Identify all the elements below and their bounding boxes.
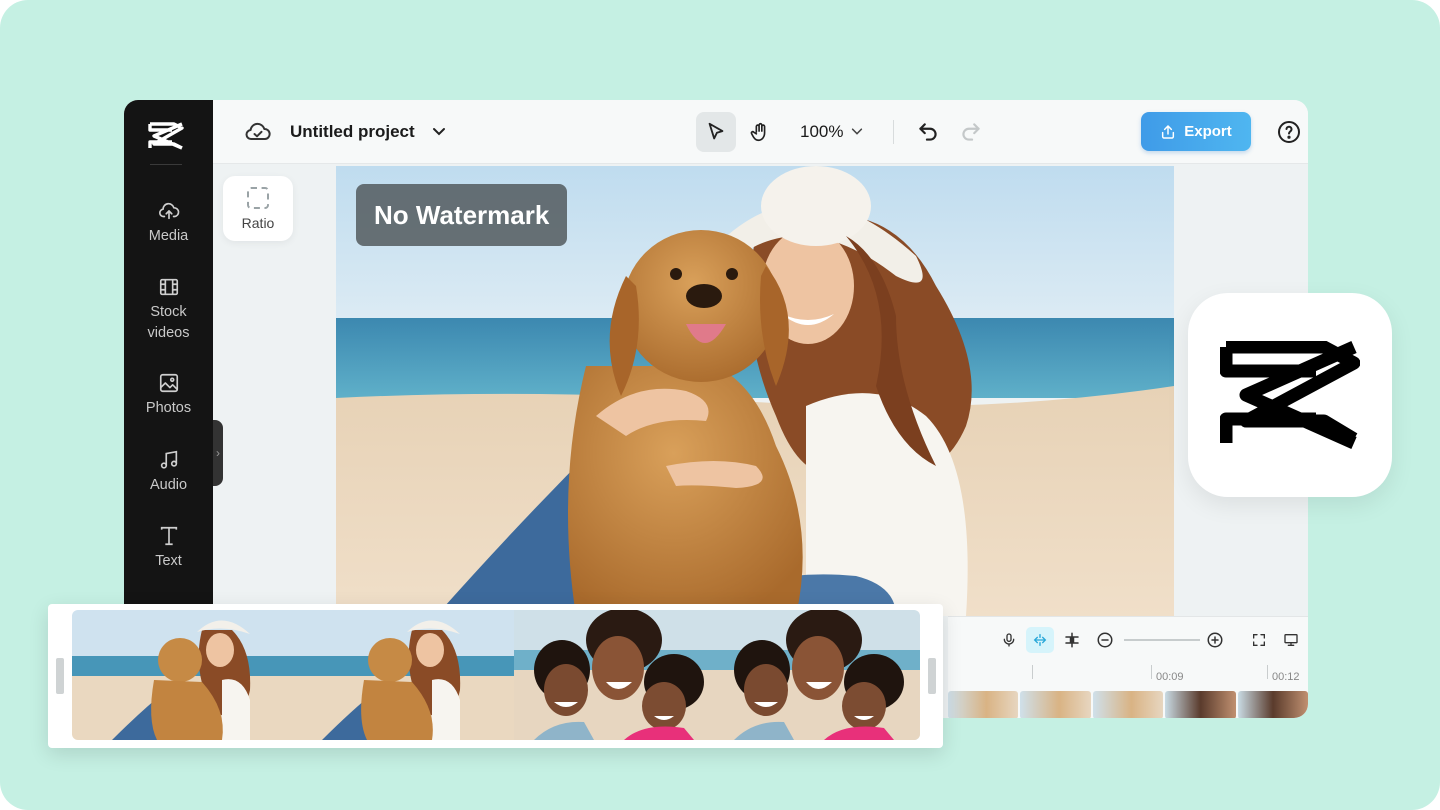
- filmstrip-frame: [720, 610, 920, 740]
- sidebar-collapse-handle[interactable]: ›: [213, 420, 223, 486]
- sidebar-item-label: Audio: [149, 477, 188, 493]
- zoom-level[interactable]: 100%: [800, 120, 843, 144]
- capcut-logo-card: [1188, 293, 1392, 497]
- sidebar-item-audio[interactable]: Audio: [124, 449, 213, 496]
- sidebar-item-text[interactable]: Text: [124, 525, 213, 572]
- ruler-label: 00:09: [1156, 671, 1184, 683]
- zoom-in-icon[interactable]: [1204, 629, 1226, 651]
- trim-handle-left[interactable]: [56, 658, 64, 694]
- ruler-tick: [1151, 665, 1152, 679]
- sidebar-item-label: Photos: [145, 400, 192, 416]
- undo-icon[interactable]: [915, 119, 941, 145]
- clip-filmstrip-card: [48, 604, 943, 748]
- capcut-logo-icon[interactable]: [148, 122, 184, 150]
- timeline-track[interactable]: [948, 691, 1308, 718]
- sidebar-item-label: Text: [155, 553, 182, 569]
- monitor-icon[interactable]: [1280, 629, 1302, 651]
- ruler-tick: [1267, 665, 1268, 679]
- filmstrip-frame: [514, 610, 720, 740]
- ratio-label: Ratio: [241, 214, 275, 231]
- video-canvas[interactable]: No Watermark: [336, 166, 1174, 616]
- filmstrip-frame: [304, 610, 514, 740]
- ruler-label: 00:12: [1272, 671, 1300, 683]
- hand-icon: [750, 122, 766, 142]
- timeline-clip[interactable]: [1092, 691, 1164, 718]
- sidebar-item-label: Stock videos: [147, 304, 190, 341]
- sidebar-item-media[interactable]: Media: [124, 200, 213, 247]
- project-title[interactable]: Untitled project: [290, 120, 415, 144]
- no-watermark-label: No Watermark: [374, 199, 550, 230]
- select-tool-button[interactable]: [696, 112, 736, 152]
- timeline-clip[interactable]: [1237, 691, 1308, 718]
- export-icon: [1162, 124, 1175, 139]
- redo-icon[interactable]: [958, 119, 984, 145]
- timeline-clip[interactable]: [1165, 691, 1236, 718]
- export-label: Export: [1184, 123, 1232, 140]
- filmstrip-frame: [72, 610, 304, 740]
- snap-magnet-icon[interactable]: [1026, 627, 1054, 653]
- ratio-button[interactable]: Ratio: [223, 176, 293, 241]
- chevron-down-icon[interactable]: [850, 124, 864, 138]
- sidebar-divider: [150, 164, 182, 165]
- sidebar-item-photos[interactable]: Photos: [124, 372, 213, 419]
- chevron-down-icon[interactable]: [431, 123, 447, 139]
- ratio-icon: [247, 186, 269, 209]
- sidebar-item-stock-videos[interactable]: Stock videos: [124, 276, 213, 344]
- no-watermark-badge: No Watermark: [356, 184, 568, 246]
- music-note-icon: [160, 450, 177, 469]
- top-bar: Untitled project 100% Export: [213, 100, 1308, 164]
- cursor-icon: [708, 122, 724, 140]
- timeline-ruler[interactable]: 00:09 00:12: [948, 661, 1308, 691]
- help-icon[interactable]: [1277, 120, 1301, 144]
- timeline-zoom-slider[interactable]: [1124, 639, 1200, 641]
- filmstrip[interactable]: [72, 610, 920, 740]
- ruler-tick: [1032, 665, 1033, 679]
- split-icon[interactable]: [1061, 629, 1083, 651]
- timeline-panel: 00:09 00:12: [948, 616, 1308, 718]
- image-icon: [159, 373, 178, 393]
- zoom-out-icon[interactable]: [1094, 629, 1116, 651]
- sidebar-item-label: Media: [148, 228, 189, 244]
- timeline-clip[interactable]: [1020, 691, 1091, 718]
- toolbar-divider: [893, 120, 894, 144]
- text-icon: [160, 526, 177, 546]
- cloud-upload-icon: [158, 202, 179, 220]
- trim-handle-right[interactable]: [928, 658, 936, 694]
- hand-tool-button[interactable]: [740, 112, 780, 152]
- microphone-icon[interactable]: [998, 629, 1020, 651]
- export-button[interactable]: Export: [1141, 112, 1251, 151]
- chevron-right-icon: ›: [216, 446, 220, 460]
- cloud-saved-icon[interactable]: [245, 120, 271, 144]
- timeline-clip[interactable]: [948, 691, 1019, 718]
- capcut-logo-icon: [1220, 341, 1360, 449]
- fit-screen-icon[interactable]: [1248, 629, 1270, 651]
- film-icon: [159, 278, 178, 296]
